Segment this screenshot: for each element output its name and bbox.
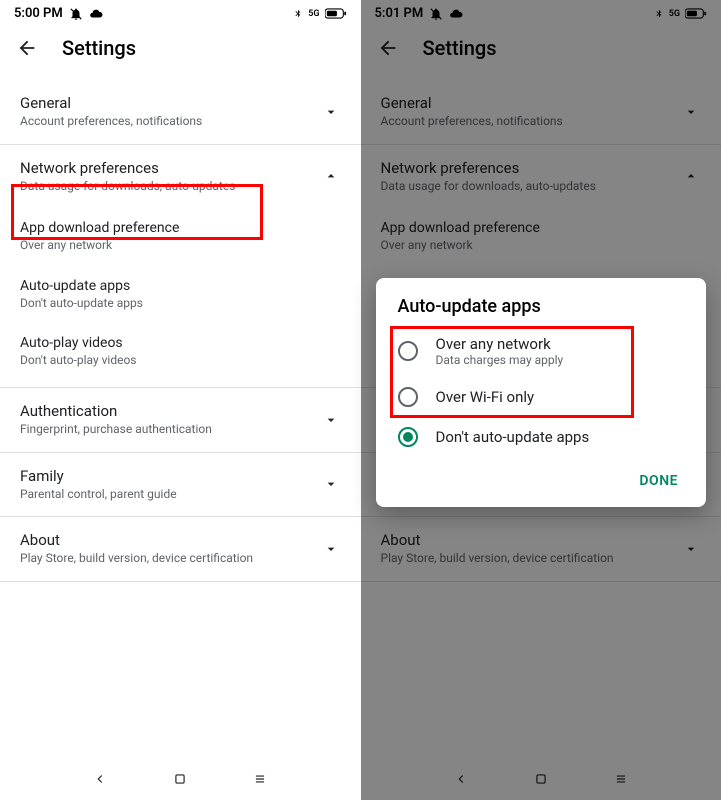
done-button[interactable]: DONE xyxy=(629,465,688,497)
section-sub: Don't auto-update apps xyxy=(20,296,341,312)
section-sub: Account preferences, notifications xyxy=(20,114,311,130)
section-family[interactable]: Family Parental control, parent guide xyxy=(0,453,361,518)
chevron-down-icon xyxy=(321,412,341,428)
bluetooth-icon xyxy=(293,8,303,20)
back-icon[interactable] xyxy=(16,37,38,59)
subitem-auto-play[interactable]: Auto-play videos Don't auto-play videos xyxy=(0,323,361,388)
screen-left: 5:00 PM 5G Settings General Account pref… xyxy=(0,0,361,800)
section-title: Network preferences xyxy=(20,159,311,177)
header: Settings xyxy=(0,24,361,70)
radio-dont-auto-update[interactable]: Don't auto-update apps xyxy=(376,417,707,457)
battery-icon xyxy=(325,8,347,19)
chevron-down-icon xyxy=(321,476,341,492)
section-title: Family xyxy=(20,467,311,485)
chevron-up-icon xyxy=(321,168,341,184)
dialog-title: Auto-update apps xyxy=(376,296,707,325)
nav-home-icon[interactable] xyxy=(170,769,190,789)
section-title: Auto-play videos xyxy=(20,335,341,351)
chevron-down-icon xyxy=(321,541,341,557)
section-sub: Over any network xyxy=(20,238,341,254)
section-sub: Play Store, build version, device certif… xyxy=(20,551,311,567)
section-title: Auto-update apps xyxy=(20,278,341,294)
nav-back-icon[interactable] xyxy=(90,769,110,789)
radio-label: Don't auto-update apps xyxy=(436,428,685,446)
status-bar: 5:00 PM 5G xyxy=(0,0,361,24)
nav-recent-icon[interactable] xyxy=(250,769,270,789)
section-sub: Don't auto-play videos xyxy=(20,353,341,369)
section-about[interactable]: About Play Store, build version, device … xyxy=(0,517,361,582)
screen-right: 5:01 PM 5G Settings General Account pref… xyxy=(361,0,721,800)
page-title: Settings xyxy=(62,36,136,60)
section-title: General xyxy=(20,94,311,112)
radio-icon-checked xyxy=(398,427,418,447)
section-auth[interactable]: Authentication Fingerprint, purchase aut… xyxy=(0,388,361,453)
cloud-icon xyxy=(89,7,103,21)
section-general[interactable]: General Account preferences, notificatio… xyxy=(0,80,361,145)
section-title: Authentication xyxy=(20,402,311,420)
auto-update-dialog: Auto-update apps Over any network Data c… xyxy=(376,278,707,507)
section-sub: Parental control, parent guide xyxy=(20,487,311,503)
signal-label: 5G xyxy=(308,9,319,19)
nav-bar xyxy=(0,758,361,800)
subitem-auto-update[interactable]: Auto-update apps Don't auto-update apps xyxy=(0,266,361,324)
settings-list: General Account preferences, notificatio… xyxy=(0,80,361,758)
annotation-highlight xyxy=(11,184,263,240)
annotation-highlight xyxy=(390,326,634,418)
dnd-icon xyxy=(69,7,83,21)
section-title: About xyxy=(20,531,311,549)
section-sub: Fingerprint, purchase authentication xyxy=(20,422,311,438)
status-time: 5:00 PM xyxy=(14,6,63,21)
chevron-down-icon xyxy=(321,104,341,120)
